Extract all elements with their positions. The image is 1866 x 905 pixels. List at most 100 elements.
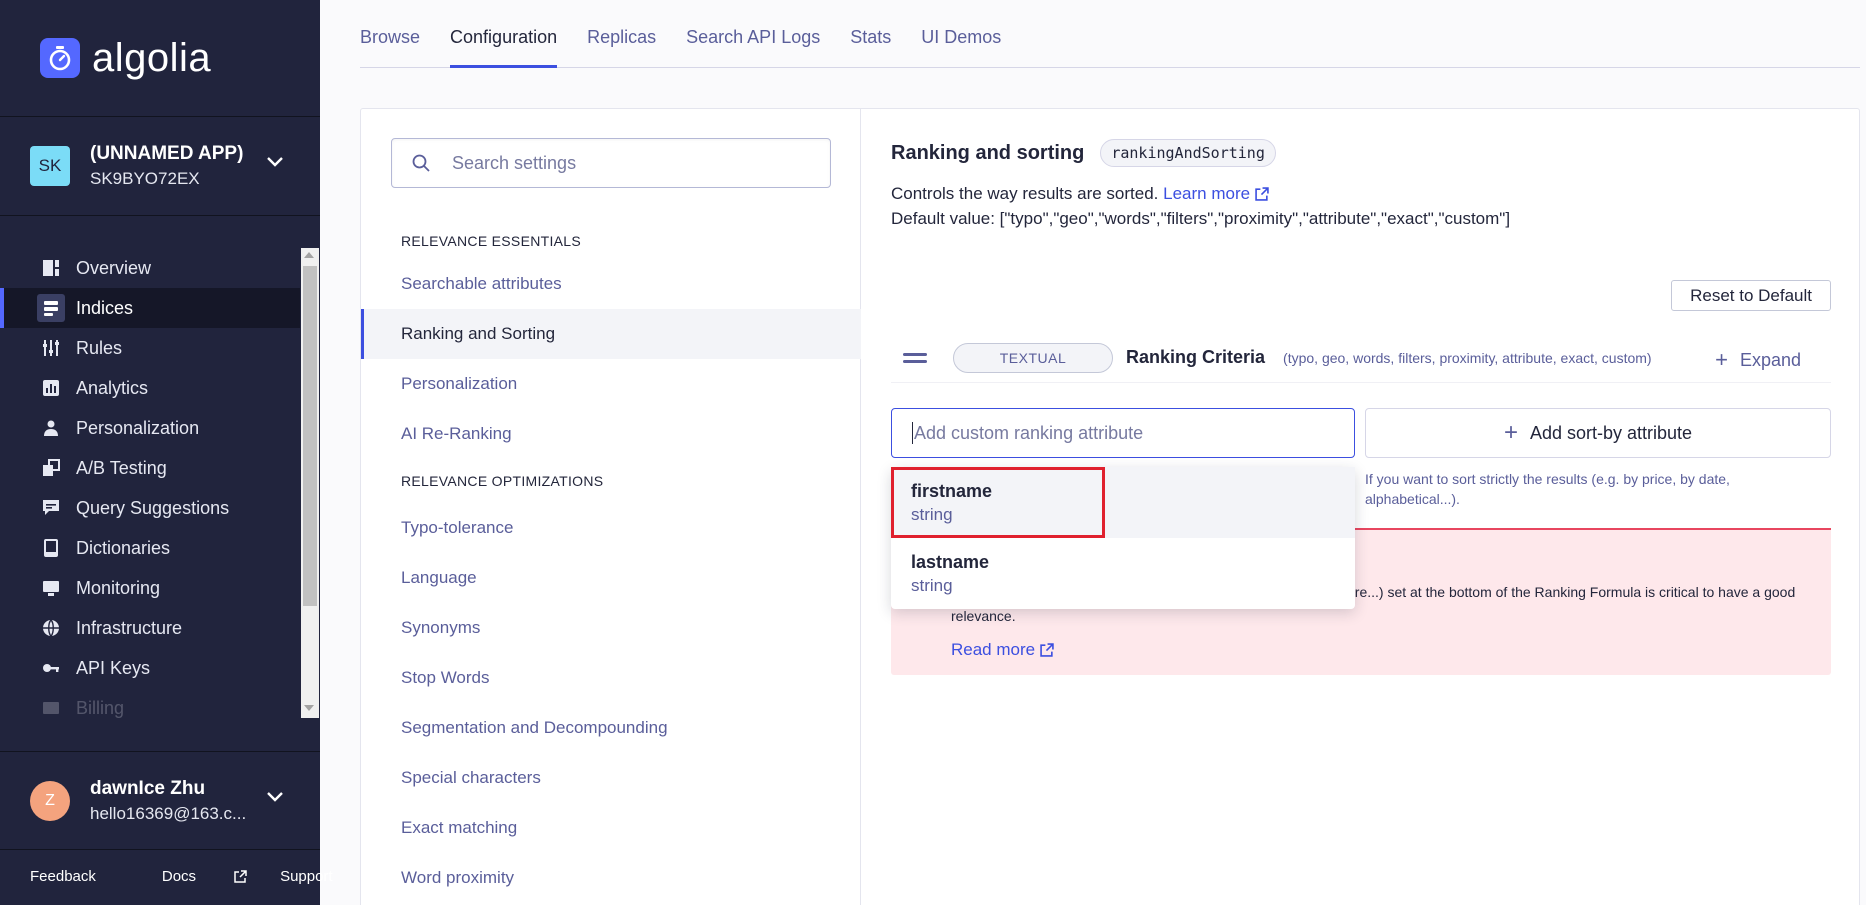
setting-segmentation[interactable]: Segmentation and Decompounding [361,703,861,753]
nav-item-infrastructure[interactable]: Infrastructure [0,608,300,648]
setting-word-proximity[interactable]: Word proximity [361,853,861,903]
setting-stop-words[interactable]: Stop Words [361,653,861,703]
setting-synonyms[interactable]: Synonyms [361,603,861,653]
sort-by-hint: If you want to sort strictly the results… [1365,471,1730,507]
avatar: Z [30,780,70,821]
reset-to-default-button[interactable]: Reset to Default [1671,280,1831,311]
monitoring-icon [42,579,60,597]
nav-item-monitoring[interactable]: Monitoring [0,568,300,608]
indices-icon [37,294,65,322]
setting-ai-re-ranking[interactable]: AI Re-Ranking [361,409,861,459]
app-id: SK9BYO72EX [90,169,200,188]
highlight-box [891,467,1105,538]
nav-item-api-keys[interactable]: API Keys [0,648,300,688]
docs-link[interactable]: Docs [162,868,247,885]
feedback-link[interactable]: Feedback [30,868,129,885]
dropdown-option-firstname[interactable]: firstname string [891,467,1355,538]
setting-exact-matching[interactable]: Exact matching [361,803,861,853]
app-switcher[interactable]: SK (UNNAMED APP) SK9BYO72EX [0,117,320,216]
nav-label: Analytics [76,377,149,398]
user-menu[interactable]: Z dawnIce Zhu hello16369@163.c... [0,751,320,850]
docs-label: Docs [161,868,197,885]
configuration-card: Search settings RELEVANCE ESSENTIALS Sea… [360,108,1860,905]
setting-special-characters[interactable]: Special characters [361,753,861,803]
scroll-up-arrow-icon[interactable] [304,252,314,258]
tab-browse[interactable]: Browse [360,27,420,67]
personalization-icon [42,419,60,437]
ranking-panel: Ranking and sorting rankingAndSorting Co… [891,139,1831,675]
nav-label: API Keys [76,657,151,678]
setting-language[interactable]: Language [361,553,861,603]
tab-configuration[interactable]: Configuration [450,27,558,68]
option-type: string [911,575,953,595]
nav-item-indices[interactable]: Indices [0,288,300,328]
criteria-name: Ranking Criteria [1126,347,1266,367]
nav-label: Rules [76,337,123,358]
settings-search-input[interactable]: Search settings [391,138,831,188]
nav-label: Infrastructure [76,617,183,638]
tab-stats[interactable]: Stats [850,27,891,67]
sidebar: algolia SK (UNNAMED APP) SK9BYO72EX Over… [0,0,384,905]
nav-item-query-suggestions[interactable]: Query Suggestions [0,488,300,528]
nav-label: Overview [76,257,152,278]
tab-ui-demos[interactable]: UI Demos [921,27,1001,67]
nav-item-analytics[interactable]: Analytics [0,368,300,408]
user-email: hello16369@163.c... [90,803,247,823]
billing-icon [42,699,60,717]
setting-typo-tolerance[interactable]: Typo-tolerance [361,503,861,553]
dropdown-option-lastname[interactable]: lastname string [891,538,1355,609]
expand-label: Expand [1739,349,1801,370]
drag-handle-icon[interactable] [903,349,927,367]
text-caret [912,422,913,444]
nav-item-rules[interactable]: Rules [0,328,300,368]
custom-ranking-placeholder: Add custom ranking attribute [914,422,1144,443]
brand-name: algolia [92,35,212,80]
nav-label: Dictionaries [76,537,171,558]
setting-personalization[interactable]: Personalization [361,359,861,409]
attribute-dropdown: firstname string lastname string [891,467,1355,609]
description: Controls the way results are sorted. Lea… [891,181,1831,231]
rules-icon [42,339,60,357]
user-name: dawnIce Zhu [90,777,206,799]
page-title: Ranking and sorting [891,141,1085,164]
tab-search-api-logs[interactable]: Search API Logs [686,27,820,67]
nav-item-dictionaries[interactable]: Dictionaries [0,528,300,568]
criteria-badge: TEXTUAL [953,342,1113,373]
nav-item-ab-testing[interactable]: A/B Testing [0,448,300,488]
tab-replicas[interactable]: Replicas [587,27,656,67]
external-link-icon [1040,643,1054,657]
external-link-icon [234,870,247,883]
chevron-down-icon[interactable] [266,156,284,168]
expand-button[interactable]: + Expand [1715,347,1801,373]
overview-icon [42,259,60,277]
setting-searchable-attributes[interactable]: Searchable attributes [361,259,861,309]
add-sort-by-button[interactable]: + Add sort-by attribute [1365,408,1831,458]
sort-by-label: Add sort-by attribute [1529,422,1693,443]
ranking-criteria-row: TEXTUAL Ranking Criteria (typo, geo, wor… [891,333,1831,383]
brand[interactable]: algolia [0,0,320,117]
nav-item-billing[interactable]: Billing [0,688,300,718]
description-text: Controls the way results are sorted. [891,184,1159,203]
nav-label: Personalization [76,417,200,438]
sidebar-scroll-thumb[interactable] [303,266,317,606]
setting-ranking-and-sorting[interactable]: Ranking and Sorting [361,309,861,359]
default-value: Default value: ["typo","geo","words","fi… [891,209,1511,228]
read-more-link[interactable]: Read more [951,640,1054,660]
custom-ranking-input[interactable]: Add custom ranking attribute [891,408,1355,458]
learn-more-link[interactable]: Learn more [1163,181,1269,206]
support-label: Support [280,868,333,885]
algolia-logo-icon [40,38,80,78]
nav-item-overview[interactable]: Overview [0,248,300,288]
chevron-down-icon[interactable] [266,791,284,803]
nav-label: Query Suggestions [76,497,230,518]
nav-item-personalization[interactable]: Personalization [0,408,300,448]
settings-nav: Search settings RELEVANCE ESSENTIALS Sea… [361,109,861,905]
criteria-list: (typo, geo, words, filters, proximity, a… [1283,349,1652,366]
read-more-label: Read more [951,640,1036,659]
main-nav: Overview Indices Rules Analytics Persona… [0,248,300,718]
scroll-down-arrow-icon[interactable] [304,705,314,711]
plus-icon: + [1715,347,1728,372]
ab-testing-icon [42,459,60,477]
dictionaries-icon [42,539,60,557]
analytics-icon [42,379,60,397]
